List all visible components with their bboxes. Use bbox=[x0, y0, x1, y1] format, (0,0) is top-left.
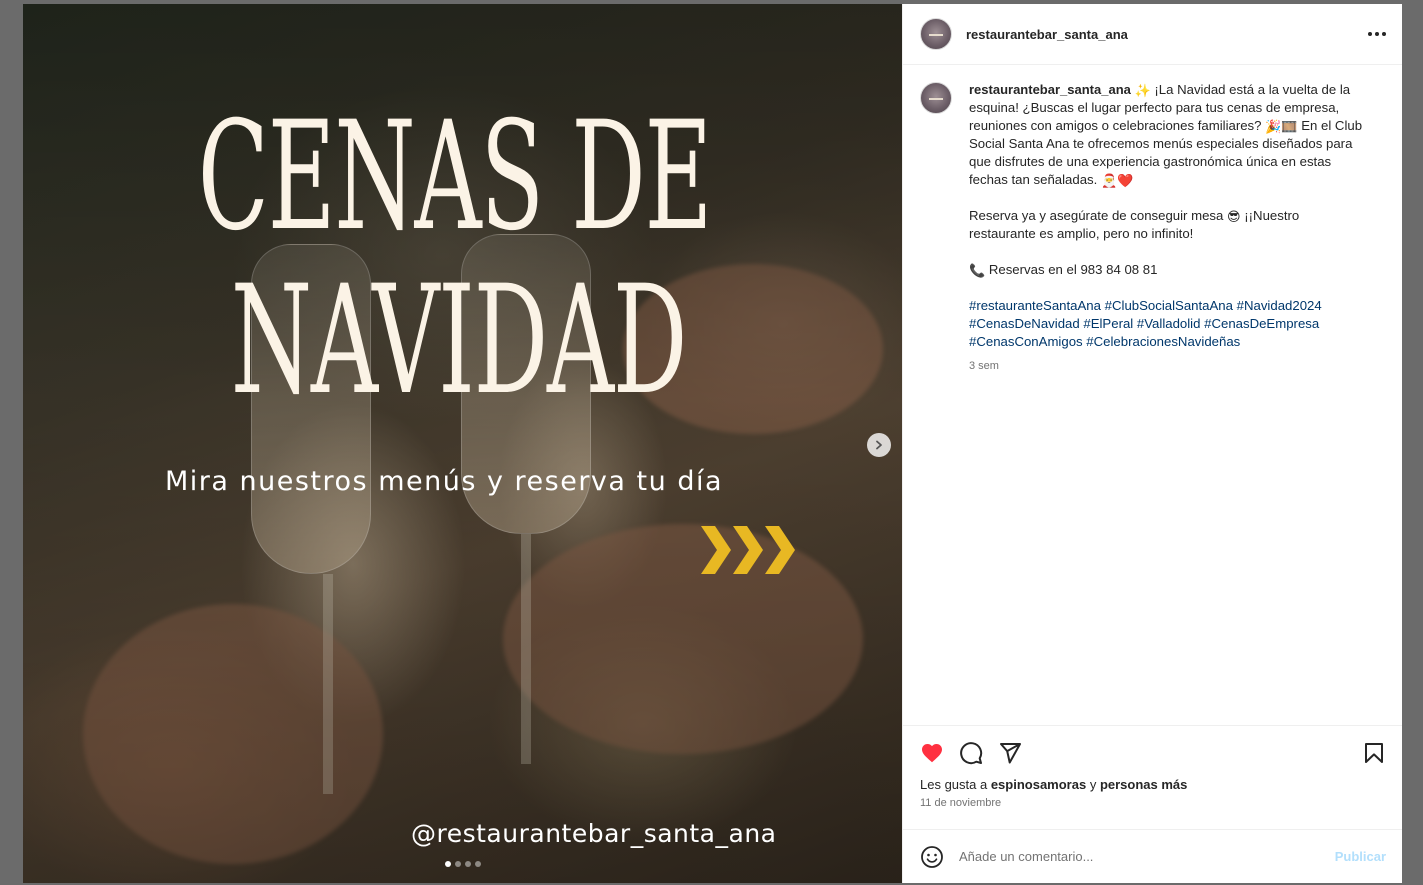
carousel-dot bbox=[444, 861, 451, 867]
carousel-dot bbox=[464, 861, 471, 867]
likes-joiner: y bbox=[1086, 777, 1100, 792]
media-headline-line1: CENAS DE bbox=[197, 90, 713, 264]
publish-button[interactable]: Publicar bbox=[1335, 849, 1386, 864]
media-handle: @restaurantebar_santa_ana bbox=[411, 819, 777, 848]
bookmark-icon bbox=[1365, 743, 1383, 763]
smiley-face-icon bbox=[921, 845, 943, 868]
carousel-dot bbox=[474, 861, 481, 867]
actions-bar: Les gusta a espinosamoras y personas más… bbox=[903, 725, 1402, 829]
hashtag-link[interactable]: #CenasDeEmpresa bbox=[1204, 316, 1319, 331]
hashtag-link[interactable]: #Navidad2024 bbox=[1237, 298, 1322, 313]
avatar[interactable] bbox=[920, 18, 952, 50]
hashtag-link[interactable]: #restauranteSantaAna bbox=[969, 298, 1101, 313]
heart-filled-icon bbox=[922, 744, 942, 763]
hashtag-link[interactable]: #Valladolid bbox=[1137, 316, 1201, 331]
post-media[interactable]: CENAS DE NAVIDAD Mira nuestros menús y r… bbox=[23, 4, 902, 883]
emoji-picker-button[interactable] bbox=[920, 845, 944, 869]
likes-summary: Les gusta a espinosamoras y personas más bbox=[920, 777, 1386, 792]
caption-paragraph-2: Reserva ya y asegúrate de conseguir mesa… bbox=[969, 207, 1369, 243]
chevron-right-icon bbox=[876, 440, 882, 450]
carousel-dots bbox=[23, 861, 902, 867]
media-subtitle: Mira nuestros menús y reserva tu día bbox=[165, 466, 724, 497]
hashtag-link[interactable]: #CelebracionesNavideñas bbox=[1086, 334, 1240, 349]
caption-hashtags: #restauranteSantaAna #ClubSocialSantaAna… bbox=[969, 297, 1369, 351]
caption-paragraph-1: restaurantebar_santa_ana ✨ ¡La Navidad e… bbox=[969, 81, 1369, 189]
hashtag-link[interactable]: #ClubSocialSantaAna bbox=[1105, 298, 1233, 313]
hashtag-link[interactable]: #CenasDeNavidad bbox=[969, 316, 1080, 331]
heart-emoji-icon: ❤️ bbox=[1117, 173, 1134, 188]
caption-text-3: Reservas en el 983 84 08 81 bbox=[985, 262, 1158, 277]
santa-icon: 🎅 bbox=[1100, 173, 1118, 188]
telephone-icon: 📞 bbox=[969, 263, 986, 278]
caption-area: restaurantebar_santa_ana ✨ ¡La Navidad e… bbox=[903, 65, 1402, 725]
like-button[interactable] bbox=[920, 741, 944, 765]
liker-username[interactable]: espinosamoras bbox=[991, 777, 1086, 792]
header-username[interactable]: restaurantebar_santa_ana bbox=[966, 27, 1128, 42]
paper-plane-icon bbox=[1000, 743, 1021, 764]
sunglasses-face-icon: 😎 bbox=[1227, 209, 1241, 224]
comment-bubble-icon bbox=[960, 742, 983, 765]
media-headline-line2: NAVIDAD bbox=[230, 254, 688, 428]
action-icons-row bbox=[920, 738, 1386, 768]
share-button[interactable] bbox=[998, 741, 1022, 765]
caption-avatar[interactable] bbox=[920, 82, 952, 114]
likes-others-link[interactable]: personas más bbox=[1100, 777, 1187, 792]
caption-paragraph-3: 📞 Reservas en el 983 84 08 81 bbox=[969, 261, 1369, 279]
chevrons-icon bbox=[701, 526, 795, 574]
hashtag-link[interactable]: #CenasConAmigos bbox=[969, 334, 1083, 349]
post-header: restaurantebar_santa_ana bbox=[903, 4, 1402, 65]
comment-button[interactable] bbox=[959, 741, 983, 765]
save-button[interactable] bbox=[1362, 741, 1386, 765]
caption-row: restaurantebar_santa_ana ✨ ¡La Navidad e… bbox=[920, 81, 1386, 375]
more-options-button[interactable] bbox=[1368, 32, 1386, 36]
carousel-next-button[interactable] bbox=[867, 433, 891, 457]
caption-time-ago[interactable]: 3 sem bbox=[969, 357, 1369, 375]
comment-bar: Publicar bbox=[903, 829, 1402, 883]
more-dots-icon bbox=[1368, 32, 1372, 36]
party-popper-icon: 🎉 bbox=[1265, 119, 1282, 134]
caption-body: restaurantebar_santa_ana ✨ ¡La Navidad e… bbox=[969, 81, 1369, 375]
post-date[interactable]: 11 de noviembre bbox=[920, 797, 1386, 809]
post-modal: CENAS DE NAVIDAD Mira nuestros menús y r… bbox=[23, 4, 1402, 883]
likes-prefix: Les gusta a bbox=[920, 777, 991, 792]
carousel-dot bbox=[454, 861, 461, 867]
post-side-panel: restaurantebar_santa_ana restaurantebar_… bbox=[902, 4, 1402, 883]
hashtag-link[interactable]: #ElPeral bbox=[1083, 316, 1133, 331]
caption-text-2a: Reserva ya y asegúrate de conseguir mesa bbox=[969, 208, 1228, 223]
comment-input[interactable] bbox=[959, 849, 1335, 864]
film-frames-icon: 🎞️ bbox=[1281, 119, 1298, 134]
sparkles-icon: ✨ bbox=[1134, 83, 1151, 98]
caption-username[interactable]: restaurantebar_santa_ana bbox=[969, 82, 1131, 97]
